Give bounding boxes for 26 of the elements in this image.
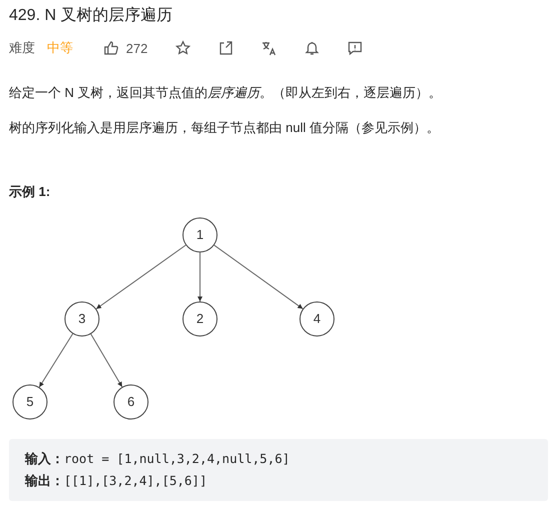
description-text: 树的序列化输入是用层序遍历，每组子节点都由 null 值分隔（参见示例）。 — [9, 119, 440, 137]
tree-node: 1 — [182, 218, 218, 252]
share-icon[interactable] — [218, 40, 234, 56]
tree-node: 6 — [114, 384, 148, 420]
edge-arrow — [38, 332, 74, 388]
star-icon[interactable] — [174, 40, 191, 56]
example-heading: 示例 1: — [9, 183, 52, 201]
example-value: root = [1,null,3,2,4,null,5,6] — [64, 451, 290, 466]
description-text: 给定一个 N 叉树，返回其节点值的层序遍历。（即从左到右，逐层遍历）。 — [9, 84, 443, 102]
edge-arrow — [90, 333, 123, 388]
tree-node: 4 — [300, 302, 334, 336]
tree-node: 3 — [64, 302, 100, 336]
thumbs-up-icon[interactable] — [103, 40, 119, 56]
bell-icon[interactable] — [304, 40, 320, 56]
tree-node: 5 — [12, 384, 48, 420]
like-count: 272 — [126, 40, 148, 56]
comment-icon[interactable] — [346, 40, 363, 56]
problem-title: 429. N 叉树的层序遍历 — [9, 6, 174, 26]
example-value: [[1],[3,2,4],[5,6]] — [64, 473, 207, 488]
example-label: 输出： — [25, 473, 64, 488]
translate-icon[interactable] — [260, 40, 277, 56]
tree-node: 2 — [182, 302, 218, 336]
difficulty-value: 中等 — [47, 39, 73, 57]
example-label: 输入： — [25, 451, 64, 466]
difficulty-label: 难度 — [9, 39, 35, 57]
edge-arrow — [198, 252, 202, 302]
